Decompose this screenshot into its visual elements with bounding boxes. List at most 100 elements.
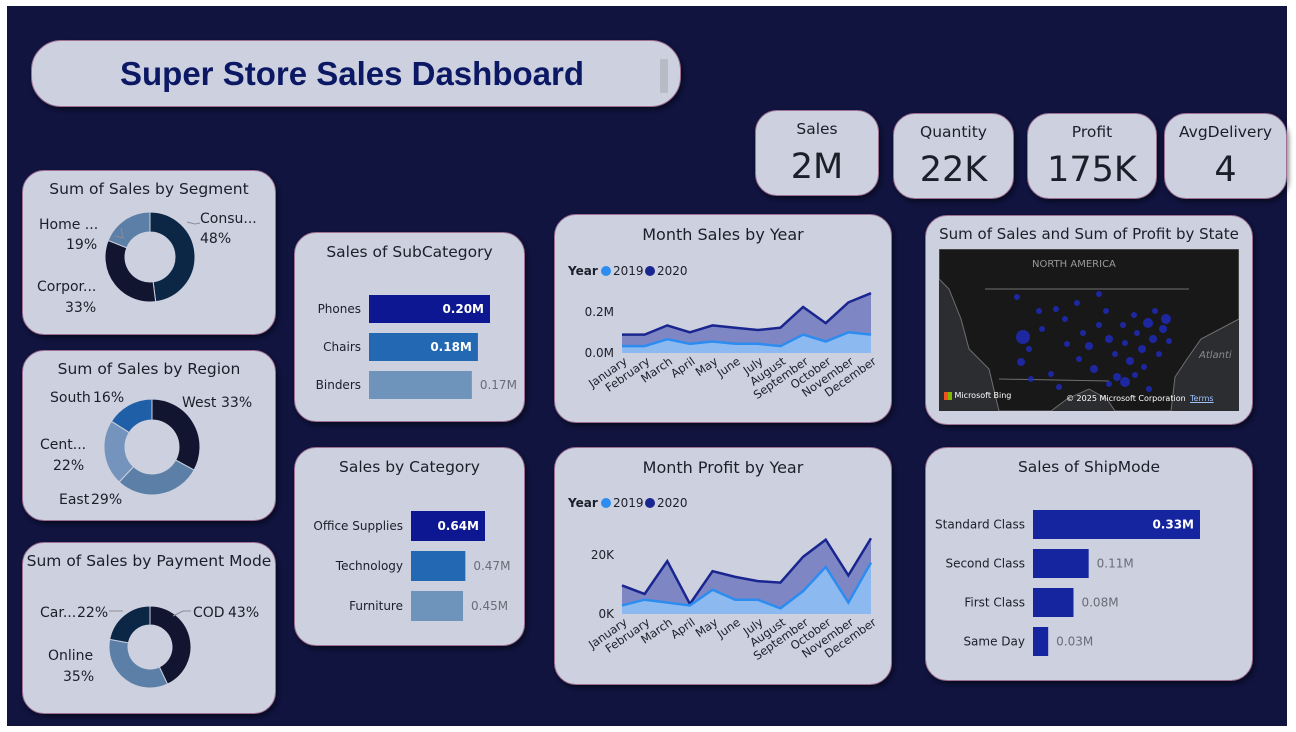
state-bubble[interactable]: [1138, 345, 1146, 353]
kpi-card-profit[interactable]: Profit 175K: [1027, 113, 1157, 199]
state-bubble[interactable]: [1096, 291, 1102, 297]
state-bubble[interactable]: [1014, 294, 1020, 300]
map-region-label: NORTH AMERICA: [1032, 259, 1116, 270]
legend-label[interactable]: 2019: [613, 496, 644, 510]
state-bubble[interactable]: [1113, 373, 1121, 381]
bar[interactable]: [369, 371, 472, 399]
state-bubble[interactable]: [1085, 342, 1093, 350]
donut-slice[interactable]: [149, 211, 196, 303]
state-bubble[interactable]: [1017, 358, 1025, 366]
category-label: Office Supplies: [313, 519, 403, 533]
legend-title: Year: [567, 496, 598, 510]
state-map[interactable]: NORTH AMERICA Atlanti Microsoft Bing © 2…: [939, 249, 1239, 411]
slice-pct: 35%: [63, 669, 94, 685]
legend-marker[interactable]: [645, 498, 655, 508]
segment-donut-card[interactable]: Sum of Sales by Segment Consu... 48% Cor…: [22, 170, 276, 335]
state-bubble[interactable]: [1016, 330, 1030, 344]
legend-label[interactable]: 2020: [657, 264, 688, 278]
area-marks: Year 2019 20200.2M0.0MJanuaryFebruaryMarch…: [567, 264, 879, 402]
category-bar-chart: Office Supplies 0.64M Technology 0.47M Furni…: [313, 511, 510, 621]
state-bubble[interactable]: [1036, 308, 1042, 314]
state-bubble[interactable]: [1062, 316, 1068, 322]
state-bubble[interactable]: [1120, 322, 1126, 328]
subcategory-bar-chart: Phones 0.20M Chairs 0.18M Binders 0.17M: [316, 295, 517, 399]
donut-slice[interactable]: [107, 211, 151, 249]
legend-marker[interactable]: [601, 498, 611, 508]
legend-marker[interactable]: [601, 266, 611, 276]
state-bubble[interactable]: [1161, 314, 1171, 324]
slice-pct: 29%: [91, 492, 122, 508]
map-ocean-label: Atlanti: [1199, 350, 1232, 361]
payment-donut-card[interactable]: Sum of Sales by Payment Mode COD 43% Onl…: [22, 542, 276, 714]
state-bubble[interactable]: [1028, 376, 1034, 382]
donut-slice[interactable]: [108, 638, 169, 689]
kpi-card-avgdelivery[interactable]: AvgDelivery 4: [1164, 113, 1287, 199]
state-bubble[interactable]: [1134, 330, 1140, 336]
state-bubble[interactable]: [1080, 330, 1086, 336]
state-bubble[interactable]: [1064, 341, 1070, 347]
map-copyright: © 2025 Microsoft Corporation: [1066, 394, 1186, 403]
state-bubble[interactable]: [1132, 372, 1138, 378]
kpi-value: 2M: [790, 147, 844, 187]
bar[interactable]: [1033, 588, 1074, 617]
map-terms-link[interactable]: Terms: [1190, 394, 1214, 403]
month-profit-card[interactable]: Month Profit by Year Year 2019 2020 20K 0K Ja…: [554, 447, 892, 685]
kpi-label: Quantity: [920, 123, 987, 141]
legend-label[interactable]: 2020: [657, 496, 688, 510]
state-bubble[interactable]: [1149, 335, 1157, 343]
y-tick-label: 20K: [591, 548, 615, 562]
kpi-card-quantity[interactable]: Quantity 22K: [893, 113, 1014, 199]
state-bubble[interactable]: [1146, 386, 1152, 392]
bar[interactable]: [1033, 549, 1089, 578]
slice-pct: 22%: [53, 458, 84, 474]
state-map-card[interactable]: Sum of Sales and Sum of Profit by State …: [925, 215, 1253, 425]
kpi-card-sales[interactable]: Sales 2M: [755, 110, 879, 196]
kpi-label: AvgDelivery: [1178, 123, 1273, 141]
state-bubble[interactable]: [1156, 351, 1162, 357]
state-bubble[interactable]: [1026, 346, 1032, 352]
category-label: Binders: [316, 378, 361, 392]
subcategory-bar-card[interactable]: Sales of SubCategory Phones 0.20M Chairs 0.…: [294, 232, 525, 422]
state-bubble[interactable]: [1103, 308, 1109, 314]
month-profit-chart: Year 2019 202020K0KJanuaryFebruaryMarchApr…: [567, 496, 879, 663]
state-bubble[interactable]: [1122, 340, 1128, 346]
bar[interactable]: [411, 591, 464, 621]
month-sales-card[interactable]: Month Sales by Year Year 2019 2020 0.2M 0.0M…: [554, 214, 892, 423]
state-bubble[interactable]: [1141, 364, 1147, 370]
donut-slice[interactable]: [109, 605, 151, 644]
donut-slices: [108, 605, 192, 689]
banner-accent: [660, 59, 668, 93]
legend-title: Year: [567, 264, 598, 278]
shipmode-bar-card[interactable]: Sales of ShipMode Standard Class 0.33M Sec…: [925, 447, 1253, 681]
state-bubble[interactable]: [1152, 308, 1158, 314]
state-bubble[interactable]: [1056, 384, 1062, 390]
state-bubble[interactable]: [1126, 357, 1134, 365]
state-bubble[interactable]: [1048, 371, 1054, 377]
state-bubble[interactable]: [1112, 351, 1118, 357]
state-bubble[interactable]: [1120, 377, 1130, 387]
region-donut-card[interactable]: Sum of Sales by Region West 33% East 29%…: [22, 350, 276, 521]
state-bubble[interactable]: [1166, 338, 1172, 344]
bar[interactable]: [1033, 627, 1049, 656]
state-bubble[interactable]: [1074, 300, 1080, 306]
state-bubble[interactable]: [1096, 322, 1102, 328]
state-bubble[interactable]: [1159, 325, 1167, 333]
state-bubble[interactable]: [1106, 381, 1112, 387]
kpi-value: 4: [1214, 150, 1237, 190]
state-bubble[interactable]: [1053, 306, 1059, 312]
state-bubble[interactable]: [1076, 356, 1082, 362]
slice-label: COD: [193, 605, 225, 621]
bar[interactable]: [411, 551, 466, 581]
state-bubble[interactable]: [1039, 326, 1045, 332]
legend-marker[interactable]: [645, 266, 655, 276]
state-bubble[interactable]: [1090, 365, 1098, 373]
data-label: 0.03M: [1056, 635, 1093, 649]
state-bubble[interactable]: [1143, 318, 1153, 328]
state-bubble[interactable]: [1105, 335, 1113, 343]
bar-marks: Standard Class 0.33M Second Class 0.11M Firs…: [935, 510, 1200, 656]
legend-label[interactable]: 2019: [613, 264, 644, 278]
category-bar-card[interactable]: Sales by Category Office Supplies 0.64M Te…: [294, 447, 525, 646]
state-bubble[interactable]: [1131, 312, 1137, 318]
slice-label: Consu...: [200, 211, 257, 227]
donut-slice[interactable]: [104, 239, 157, 303]
